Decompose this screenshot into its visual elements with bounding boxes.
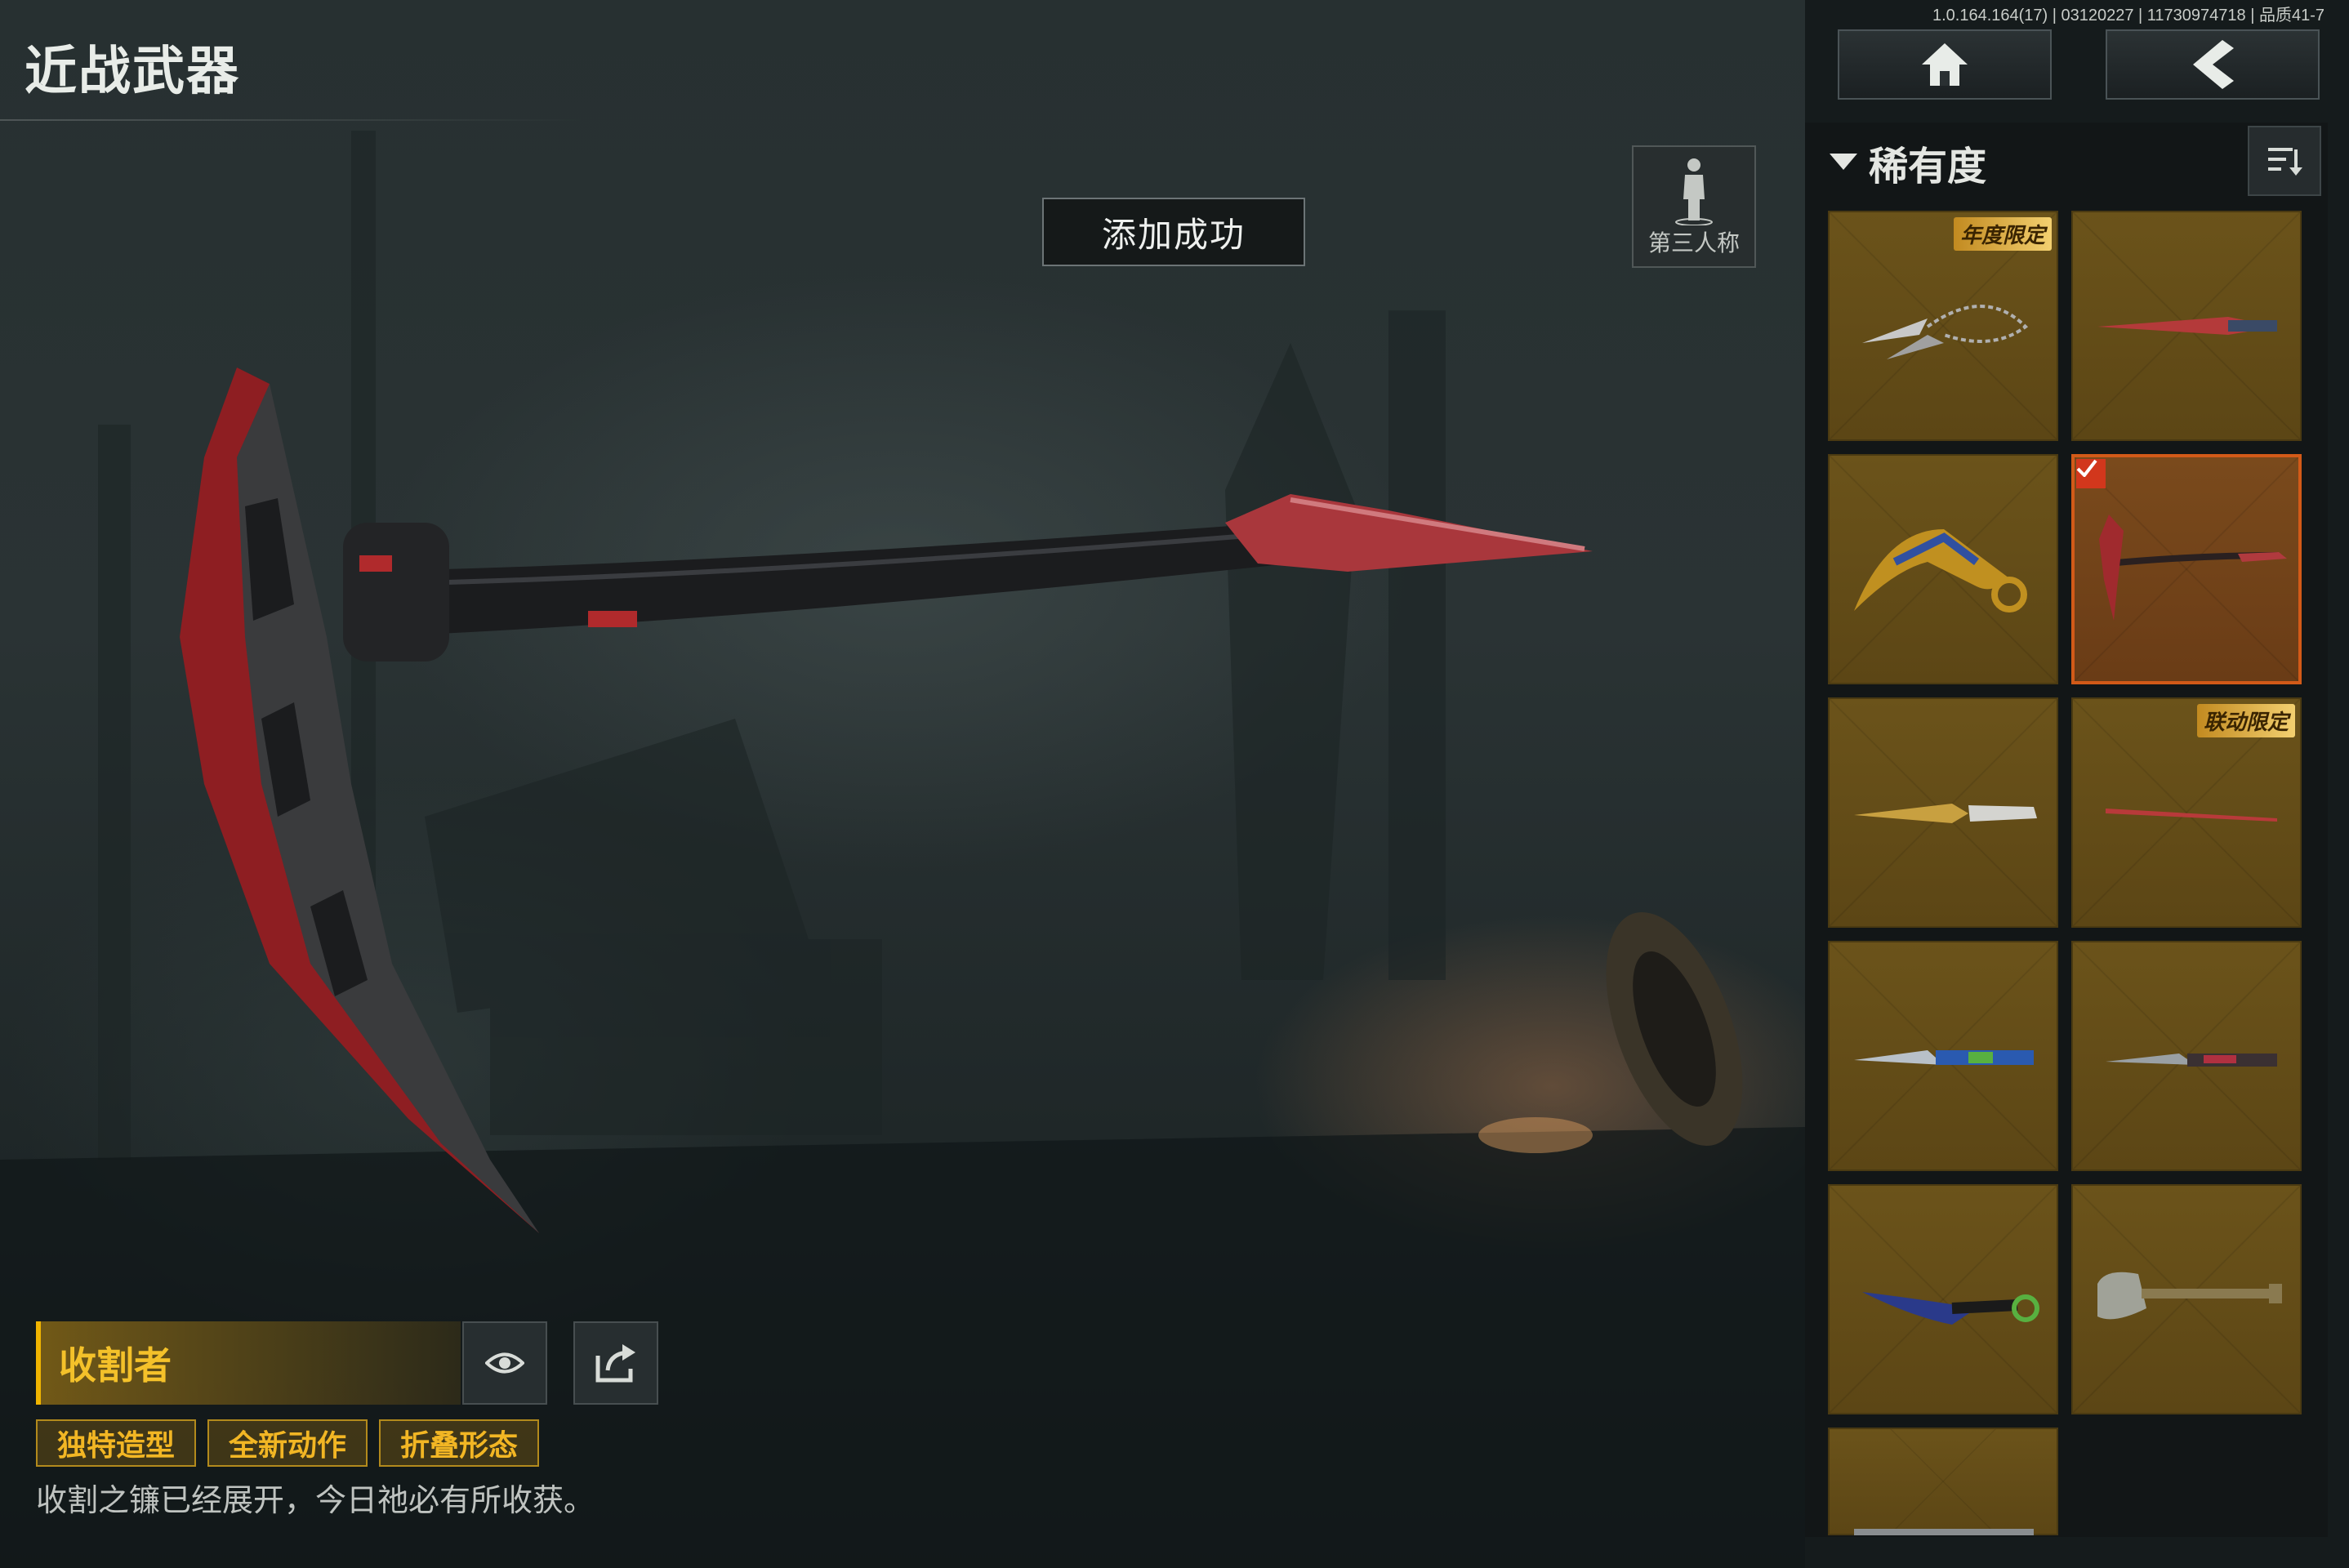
weapon-card[interactable] <box>2071 211 2302 441</box>
weapon-card[interactable]: 联动限定 <box>2071 697 2302 928</box>
weapon-card-selected[interactable] <box>2071 454 2302 684</box>
home-button[interactable] <box>1838 29 2052 100</box>
weapon-card[interactable] <box>1828 1428 2058 1535</box>
weapon-list-panel: 稀有度 年度限定 联动限定 <box>1805 122 2328 1537</box>
toast-message: 添加成功 <box>1042 198 1305 266</box>
blue-knife-icon <box>1854 1050 2034 1065</box>
scythe-model <box>180 368 1593 1233</box>
third-person-toggle[interactable]: 第三人称 <box>1632 145 1756 268</box>
title-divider <box>0 119 588 121</box>
share-icon <box>595 1344 635 1383</box>
weapon-name: 收割者 <box>36 1321 461 1405</box>
red-blade-icon <box>2097 317 2277 335</box>
collab-badge: 联动限定 <box>2196 704 2295 737</box>
scythe-icon <box>2099 514 2287 621</box>
eye-icon <box>485 1352 524 1374</box>
chevron-left-icon <box>2193 40 2234 89</box>
weapon-card[interactable]: 年度限定 <box>1828 211 2058 441</box>
sort-button[interactable] <box>2248 126 2321 196</box>
selected-check-icon <box>2076 459 2106 488</box>
weapon-card[interactable] <box>2071 1184 2302 1414</box>
gold-knife-icon <box>1854 804 2037 823</box>
home-icon <box>1922 43 1968 86</box>
weapon-card[interactable] <box>1828 941 2058 1171</box>
weapon-card[interactable] <box>2071 941 2302 1171</box>
share-button[interactable] <box>573 1321 658 1405</box>
view-toggle-label: 第三人称 <box>1647 229 1740 256</box>
page-title: 近战武器 <box>25 42 240 102</box>
weapon-description: 收割之镰已经展开，今日祂必有所收获。 <box>36 1482 595 1518</box>
preview-button[interactable] <box>462 1321 547 1405</box>
rarity-filter[interactable]: 稀有度 <box>1830 134 1986 191</box>
chevron-down-icon <box>1830 154 1857 170</box>
person-icon <box>1675 158 1713 225</box>
dark-dagger-icon <box>2106 1054 2277 1067</box>
feature-tag: 全新动作 <box>207 1419 368 1467</box>
shovel-icon <box>2097 1272 2282 1320</box>
feature-tag: 折叠形态 <box>379 1419 539 1467</box>
back-button[interactable] <box>2106 29 2320 100</box>
weapon-card[interactable] <box>1828 1184 2058 1414</box>
version-info: 1.0.164.164(17) | 03120227 | 11730974718… <box>1932 7 2324 24</box>
limited-badge: 年度限定 <box>1953 217 2052 251</box>
weapon-card[interactable] <box>1828 697 2058 928</box>
karambit-icon <box>1854 529 2027 612</box>
weapon-card[interactable] <box>1828 454 2058 684</box>
rarity-filter-label: 稀有度 <box>1869 144 1987 189</box>
dark-karambit-icon <box>1862 1292 2039 1325</box>
blade-icon <box>1854 1529 2034 1535</box>
feature-tag: 独特造型 <box>36 1419 196 1467</box>
sort-icon <box>2268 148 2302 176</box>
